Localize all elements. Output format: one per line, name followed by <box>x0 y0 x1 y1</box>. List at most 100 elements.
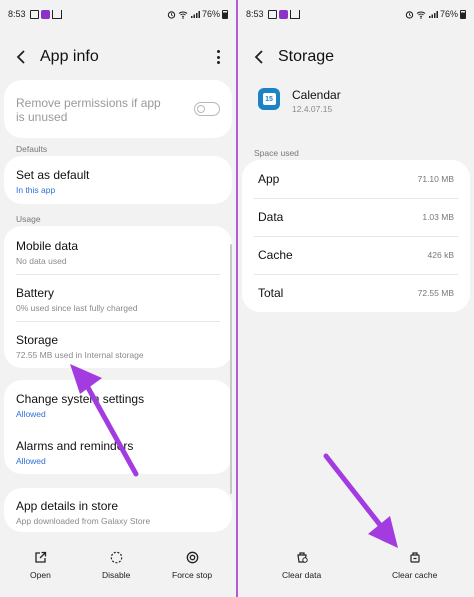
storage-key: App <box>258 172 280 186</box>
permissions-card: Change system settings Allowed Alarms an… <box>4 380 232 474</box>
storage-key: Cache <box>258 248 293 262</box>
force-stop-button[interactable]: Force stop <box>172 550 212 580</box>
signal-icon <box>428 10 438 18</box>
home-notification-icon <box>51 9 62 19</box>
wifi-icon <box>416 11 426 19</box>
alarm-icon <box>167 10 176 19</box>
status-right: 76% <box>405 9 466 19</box>
remove-permissions-row: Remove permissions if app is unused <box>4 96 184 124</box>
disable-label: Disable <box>102 570 131 580</box>
app-details-sub: App downloaded from Galaxy Store <box>16 516 151 526</box>
battery-percent: 76% <box>439 9 458 19</box>
app-notification-icon <box>278 9 288 19</box>
alarm-icon <box>405 10 414 19</box>
app-bar: App info <box>0 42 236 72</box>
set-as-default-row: Set as default In this app <box>4 168 232 195</box>
battery-icon <box>460 9 466 19</box>
section-usage: Usage <box>16 214 41 224</box>
alarms-label: Alarms and reminders <box>16 439 134 453</box>
back-button[interactable] <box>12 48 30 66</box>
force-stop-icon <box>186 551 198 563</box>
section-space-used: Space used <box>254 148 299 158</box>
status-time: 8:53 <box>8 9 26 19</box>
storage-row-data: Data 1.03 MB <box>242 210 470 224</box>
app-details-label: App details in store <box>16 499 119 513</box>
storage-row[interactable]: Storage 72.55 MB used in Internal storag… <box>4 333 232 360</box>
page-title: Storage <box>278 48 335 65</box>
battery-row[interactable]: Battery 0% used since last fully charged <box>4 286 232 313</box>
storage-row-total: Total 72.55 MB <box>242 286 470 300</box>
home-notification-icon <box>289 9 300 19</box>
bottom-action-bar: Open Disable Force stop <box>0 540 236 597</box>
storage-sub: 72.55 MB used in Internal storage <box>16 350 144 360</box>
disable-icon <box>110 551 122 563</box>
clear-data-icon <box>296 552 308 563</box>
battery-sub: 0% used since last fully charged <box>16 303 138 313</box>
comparison-stage: 8:53 76% App info Remove permissions if … <box>0 0 474 597</box>
back-arrow-icon <box>16 50 25 64</box>
disable-button[interactable]: Disable <box>102 550 130 580</box>
open-button[interactable]: Open <box>30 550 51 580</box>
usage-card: Mobile data No data used Battery 0% used… <box>4 226 232 368</box>
battery-percent: 76% <box>201 9 220 19</box>
storage-key: Total <box>258 286 284 300</box>
app-details-card[interactable]: App details in store App downloaded from… <box>4 488 232 532</box>
clear-data-button[interactable]: Clear data <box>282 550 321 580</box>
storage-label: Storage <box>16 333 59 347</box>
app-info-screen: 8:53 76% App info Remove permissions if … <box>0 0 236 597</box>
divider <box>254 198 458 199</box>
remove-permissions-toggle[interactable] <box>194 102 220 116</box>
remove-permissions-label: Remove permissions if app is unused <box>16 96 161 124</box>
alarms-sub: Allowed <box>16 456 46 466</box>
set-as-default-label: Set as default <box>16 168 90 182</box>
more-options-button[interactable] <box>212 48 224 66</box>
status-bar: 8:53 76% <box>238 0 474 28</box>
storage-value: 71.10 MB <box>417 174 454 184</box>
calendar-icon-day: 15 <box>262 93 276 105</box>
wifi-icon <box>178 11 188 19</box>
app-details-row: App details in store App downloaded from… <box>4 499 232 526</box>
set-as-default-sub: In this app <box>16 185 56 195</box>
storage-screen: 8:53 76% Storage 15 Calendar 12.4.07.15 … <box>238 0 474 597</box>
change-system-settings-label: Change system settings <box>16 392 145 406</box>
storage-value: 72.55 MB <box>417 288 454 298</box>
section-defaults: Defaults <box>16 144 48 154</box>
clear-cache-button[interactable]: Clear cache <box>392 550 437 580</box>
scrollbar[interactable] <box>230 244 232 494</box>
alarms-row[interactable]: Alarms and reminders Allowed <box>4 439 232 466</box>
divider <box>254 274 458 275</box>
clear-cache-icon <box>410 552 420 563</box>
gallery-notification-icon <box>29 9 39 19</box>
divider <box>16 274 220 275</box>
set-as-default-card[interactable]: Set as default In this app <box>4 156 232 204</box>
status-right: 76% <box>167 9 228 19</box>
force-stop-label: Force stop <box>172 570 213 580</box>
storage-value: 1.03 MB <box>422 212 454 222</box>
status-time: 8:53 <box>246 9 264 19</box>
clear-data-label: Clear data <box>282 570 322 580</box>
mobile-data-row[interactable]: Mobile data No data used <box>4 239 232 266</box>
page-title: App info <box>40 48 99 65</box>
battery-icon <box>222 9 228 19</box>
bottom-action-bar: Clear data Clear cache <box>238 540 474 597</box>
app-name: Calendar <box>292 88 341 102</box>
clear-cache-label: Clear cache <box>392 570 438 580</box>
change-system-settings-sub: Allowed <box>16 409 46 419</box>
storage-row-cache: Cache 426 kB <box>242 248 470 262</box>
calendar-app-icon: 15 <box>258 88 280 110</box>
battery-label: Battery <box>16 286 55 300</box>
divider <box>16 321 220 322</box>
back-button[interactable] <box>250 48 268 66</box>
storage-row-app: App 71.10 MB <box>242 172 470 186</box>
mobile-data-label: Mobile data <box>16 239 79 253</box>
open-label: Open <box>30 570 51 580</box>
storage-value: 426 kB <box>427 250 454 260</box>
change-system-settings-row[interactable]: Change system settings Allowed <box>4 392 232 419</box>
divider <box>254 236 458 237</box>
signal-icon <box>190 10 200 18</box>
back-arrow-icon <box>254 50 263 64</box>
open-icon <box>35 551 47 563</box>
space-used-card: App 71.10 MB Data 1.03 MB Cache 426 kB T… <box>242 160 470 312</box>
app-version: 12.4.07.15 <box>292 104 333 114</box>
status-bar: 8:53 76% <box>0 0 236 28</box>
